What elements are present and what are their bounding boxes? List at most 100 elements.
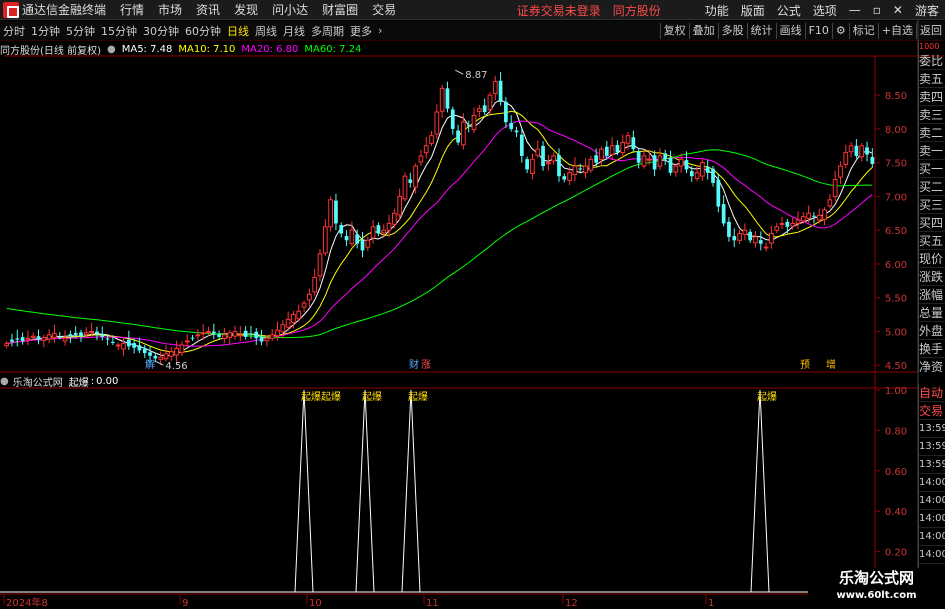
indicator-axis-label: 1.00: [885, 386, 907, 397]
candle-body: [742, 229, 748, 235]
candle-body: [609, 145, 615, 155]
price-label: 7.50: [885, 159, 907, 170]
price-label: 6.00: [885, 260, 907, 271]
indicator-axis-label: 0.40: [885, 507, 907, 518]
candle-body: [546, 162, 551, 165]
candle-body: [137, 345, 142, 351]
candle-body: [249, 333, 253, 335]
candle-body: [68, 334, 73, 337]
candle-body: [275, 329, 280, 337]
candle-body: [832, 179, 838, 198]
candle-body: [317, 253, 323, 277]
time-axis: 2024年8 9 10 11 12 1: [3, 594, 714, 609]
candle-body: [163, 353, 169, 360]
candle-body: [200, 332, 206, 335]
candle-body: [291, 314, 296, 324]
indicator-settings-icon[interactable]: ●: [0, 376, 9, 387]
candle-body: [142, 348, 147, 354]
candle-body: [237, 334, 243, 337]
candle-body: [492, 81, 498, 95]
candle-body: [36, 336, 41, 340]
candle-body: [355, 234, 360, 244]
candle-body: [668, 157, 673, 173]
candle-body: [307, 293, 312, 301]
candle-body: [578, 168, 583, 170]
candle-body: [232, 330, 238, 337]
candle-body: [530, 158, 535, 174]
candle-body: [848, 145, 854, 153]
candle-body: [418, 155, 424, 163]
quote-panel-header: 1000: [919, 42, 940, 51]
candle-body: [158, 356, 164, 360]
candle-body: [25, 337, 31, 340]
candle-body: [790, 222, 796, 227]
candle-body: [779, 222, 785, 225]
quote-field-label: 换手: [919, 342, 945, 358]
price-label: 8.00: [885, 125, 907, 136]
tick-time: 14:00: [919, 492, 945, 510]
candle-body: [504, 101, 508, 123]
candle-body: [381, 229, 387, 234]
candle-body: [599, 148, 604, 160]
candle-body: [854, 145, 859, 156]
app-window: 通达信金融终端 行情 市场 资讯 发现 问小达 财富圈 交易 证券交易未登录 同…: [0, 0, 945, 609]
candle-body: [264, 337, 270, 342]
candle-body: [190, 337, 195, 339]
indicator-name: 乐淘公式网: [12, 377, 63, 389]
candle-body: [322, 226, 328, 254]
candle-body: [450, 109, 455, 129]
time-label: 12: [565, 598, 578, 609]
chart-canvas[interactable]: 8.50 8.00 7.50 7.00 6.50 6.00 5.50 5.00 4.50 8.8…: [0, 0, 945, 609]
candle-body: [588, 158, 594, 171]
candle-body: [689, 171, 694, 177]
candle-body: [259, 336, 264, 342]
quote-field-label: 买一: [919, 162, 945, 178]
time-label: 2024年8: [6, 596, 48, 609]
auto-trade-label[interactable]: 交易: [919, 402, 945, 420]
candle-body: [615, 144, 620, 153]
candle-body: [206, 330, 211, 333]
candle-body: [567, 172, 572, 181]
signal-spike: [294, 389, 314, 593]
watermark-line1: 乐淘公式网: [838, 569, 914, 587]
quote-field-label: 卖一: [919, 144, 945, 160]
candle-body: [748, 231, 753, 241]
price-label: 8.50: [885, 91, 907, 102]
candle-body: [312, 276, 318, 293]
tick-time: 13:59: [919, 456, 945, 474]
candle-body: [296, 310, 302, 320]
candle-body: [434, 111, 440, 135]
candle-body: [339, 225, 344, 234]
indicator-axis-label: 0.60: [885, 467, 907, 478]
candle-body: [705, 166, 710, 173]
candle-body: [52, 333, 57, 338]
candle-body: [806, 212, 811, 219]
auto-trade-label[interactable]: 自动: [919, 384, 945, 402]
quote-field-label: 卖二: [919, 126, 945, 142]
candle-body: [471, 114, 477, 131]
candle-body: [217, 334, 221, 337]
candle-body: [466, 125, 471, 127]
candle-body: [859, 145, 865, 158]
candle-body: [79, 332, 83, 337]
candle-body: [105, 338, 110, 340]
candle-body: [4, 343, 10, 347]
quote-field-label: 外盘: [919, 324, 945, 340]
quote-field-label: 总量: [919, 306, 945, 322]
candle-body: [445, 88, 450, 109]
candle-body: [535, 148, 541, 156]
quote-field-label: 买五: [919, 234, 945, 250]
candle-body: [514, 130, 519, 133]
price-label: 4.50: [885, 361, 907, 372]
candle-body: [663, 153, 668, 160]
candle-body: [391, 212, 397, 225]
candle-body: [482, 105, 487, 113]
candle-body: [429, 135, 434, 144]
candle-body: [20, 337, 25, 341]
candle-body: [121, 343, 126, 350]
candle-body: [594, 155, 599, 163]
candle-body: [769, 233, 774, 244]
candle-body: [716, 179, 721, 207]
candle-body: [413, 165, 418, 188]
candle-body: [785, 221, 790, 227]
